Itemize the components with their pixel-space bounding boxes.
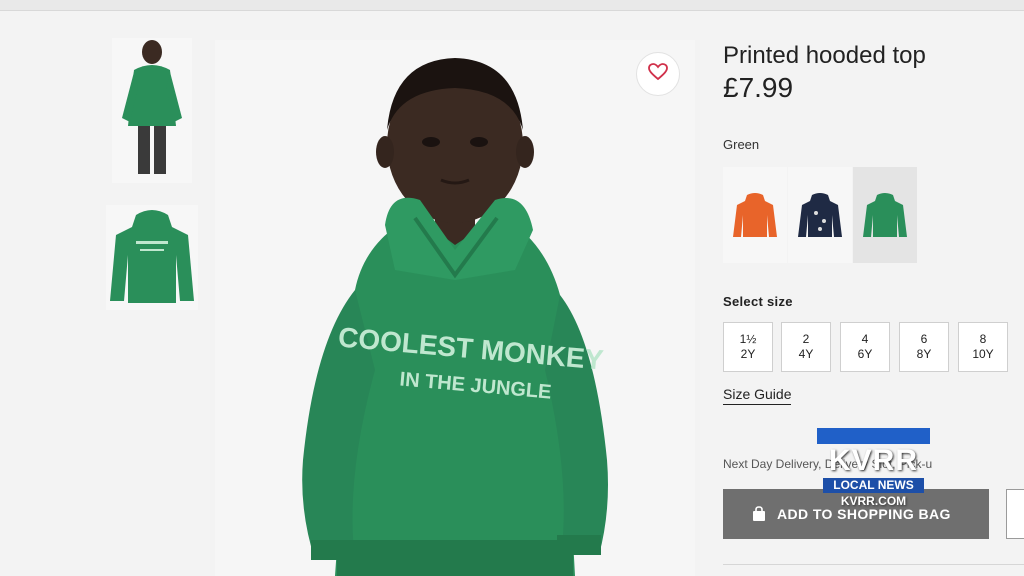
thumbnail-flatlay[interactable]: [106, 205, 198, 310]
thumbnail-flatlay-image: [110, 210, 194, 303]
logo-website: KVRR.COM: [840, 494, 907, 508]
size-years: 2Y: [740, 347, 756, 361]
orange-hoodie-thumbnail: [733, 193, 777, 237]
size-option-5[interactable]: 8 10Y: [958, 322, 1008, 372]
size-age-range: 6: [920, 332, 928, 346]
main-product-image: COOLEST MONKEY IN THE JUNGLE: [215, 40, 695, 576]
top-bar: [0, 0, 1024, 11]
size-guide-link[interactable]: Size Guide: [723, 386, 792, 405]
size-age-range: 4: [861, 332, 869, 346]
size-age-range: 8: [979, 332, 987, 346]
size-option-1[interactable]: 1½ 2Y: [723, 322, 773, 372]
selected-color-label: Green: [723, 137, 760, 152]
size-age-range: 1½: [739, 332, 757, 346]
select-size-label: Select size: [723, 294, 793, 309]
size-years: 8Y: [916, 347, 932, 361]
size-years: 10Y: [972, 347, 994, 361]
size-years: 6Y: [857, 347, 873, 361]
navy-hoodie-thumbnail: [798, 193, 842, 237]
swatch-navy[interactable]: [788, 167, 852, 263]
size-option-4[interactable]: 6 8Y: [899, 322, 949, 372]
size-age-range: 2: [802, 332, 810, 346]
logo-tagline: LOCAL NEWS: [823, 478, 924, 493]
logo-call-sign: KVRR: [828, 444, 918, 477]
swatch-green[interactable]: [853, 167, 917, 263]
logo-banner: [817, 428, 930, 444]
bag-icon: [751, 506, 767, 522]
heart-icon: [648, 62, 668, 86]
model-illustration: COOLEST MONKEY IN THE JUNGLE: [302, 58, 608, 576]
secondary-button[interactable]: [1006, 489, 1024, 539]
swatch-orange[interactable]: [723, 167, 787, 263]
station-logo: KVRR LOCAL NEWS KVRR.COM: [817, 428, 930, 518]
green-hoodie-thumbnail: [863, 193, 907, 237]
divider: [723, 564, 1024, 565]
size-years: 4Y: [798, 347, 814, 361]
product-price: £7.99: [723, 72, 794, 103]
size-option-2[interactable]: 2 4Y: [781, 322, 831, 372]
favorite-button[interactable]: [636, 52, 680, 96]
size-option-3[interactable]: 4 6Y: [840, 322, 890, 372]
product-title: Printed hooded top: [723, 42, 926, 69]
thumbnail-model[interactable]: [112, 38, 192, 183]
thumbnail-model-image: [122, 40, 182, 174]
